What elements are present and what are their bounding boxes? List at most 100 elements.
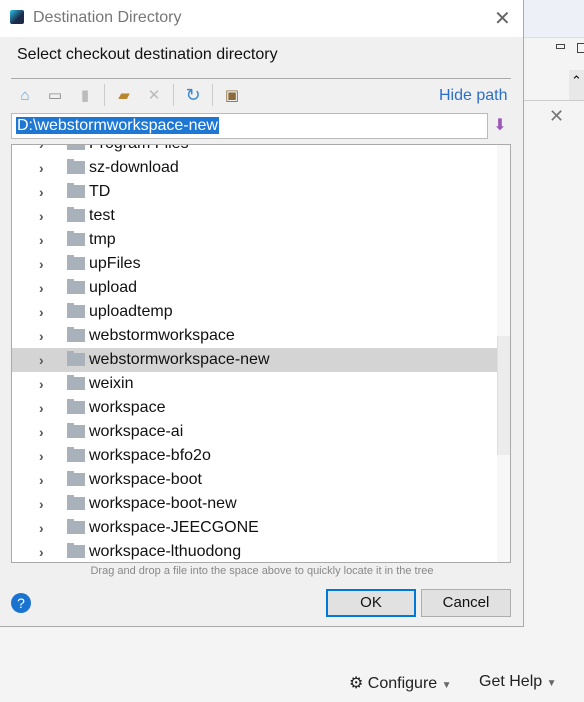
folder-icon [67,279,85,294]
close-icon[interactable]: ✕ [549,106,564,127]
tree-item-label: workspace [89,399,166,416]
tree-item[interactable]: › workspace [12,396,497,420]
cancel-button[interactable]: Cancel [421,589,511,617]
chevron-right-icon[interactable]: › [39,472,44,488]
toolbar: ⌂ ▭ ▮ ▰ ✕ ↻ ▣ [14,84,243,106]
chevron-right-icon[interactable]: › [39,496,44,512]
get-help-label: Get Help [479,673,543,690]
folder-icon [67,399,85,414]
new-folder-icon[interactable]: ▰ [113,84,135,106]
configure-label: Configure [367,675,438,692]
scrollbar[interactable] [497,145,510,562]
background-window-header [524,0,584,38]
refresh-icon[interactable]: ↻ [182,84,204,106]
tree-item-label: webstormworkspace-new [89,351,270,368]
folder-icon [67,255,85,270]
tree-item[interactable]: › sz-download [12,156,497,180]
tree-item[interactable]: › uploadtemp [12,300,497,324]
chevron-right-icon[interactable]: › [39,184,44,200]
chevron-right-icon[interactable]: › [39,232,44,248]
destination-directory-dialog: Destination Directory ✕ Select checkout … [0,0,524,627]
path-input[interactable]: D:\webstormworkspace-new [11,113,488,139]
tree-item[interactable]: › upload [12,276,497,300]
tree-item-label: workspace-lthuodong [89,543,242,560]
chevron-right-icon[interactable]: › [39,400,44,416]
desktop-icon[interactable]: ▭ [44,84,66,106]
folder-icon [67,207,85,222]
chevron-right-icon[interactable]: › [39,304,44,320]
tree-item-label: Program Files [89,145,189,153]
restore-icon[interactable] [577,43,584,53]
tree-item[interactable]: › Program Files [12,145,497,156]
get-help-menu[interactable]: Get Help ▼ [479,673,557,691]
tree-item[interactable]: › workspace-ai [12,420,497,444]
scrollbar-thumb[interactable] [497,336,510,455]
chevron-right-icon[interactable]: › [39,280,44,296]
tree-item[interactable]: › weixin [12,372,497,396]
chevron-right-icon[interactable]: › [39,256,44,272]
delete-icon[interactable]: ✕ [143,84,165,106]
download-icon[interactable]: ⬇ [491,115,509,137]
divider [173,84,174,106]
tree-item[interactable]: › workspace-lthuodong [12,540,497,562]
chevron-right-icon[interactable]: › [39,520,44,536]
folder-icon [67,471,85,486]
tree-item[interactable]: › TD [12,180,497,204]
tree-item[interactable]: › upFiles [12,252,497,276]
chevron-right-icon[interactable]: › [39,328,44,344]
minimize-icon[interactable] [556,44,565,49]
directory-tree[interactable]: › Program Files › sz-download › TD › test › tmp › u… [11,144,511,563]
tree-item[interactable]: › webstormworkspace-new [12,348,497,372]
folder-icon [67,447,85,462]
help-button[interactable]: ? [11,593,31,613]
tree-item[interactable]: › webstormworkspace [12,324,497,348]
chevron-right-icon[interactable]: › [39,544,44,560]
chevron-right-icon[interactable]: › [39,352,44,368]
close-button[interactable]: ✕ [494,6,511,31]
drag-drop-hint: Drag and drop a file into the space abov… [90,565,434,577]
tree-item[interactable]: › test [12,204,497,228]
chevron-right-icon[interactable]: › [39,145,44,152]
tree-item-label: workspace-ai [89,423,184,440]
scroll-up-icon[interactable]: ⌃ [569,70,584,100]
tree-item-label: webstormworkspace [89,327,235,344]
caret-down-icon: ▼ [546,678,557,689]
chevron-right-icon[interactable]: › [39,160,44,176]
chevron-right-icon[interactable]: › [39,376,44,392]
tree-item[interactable]: › tmp [12,228,497,252]
tree-item-label: workspace-boot-new [89,495,237,512]
chevron-right-icon[interactable]: › [39,448,44,464]
show-hidden-icon[interactable]: ▣ [221,84,243,106]
caret-down-icon: ▼ [441,680,452,691]
folder-icon [67,303,85,318]
hide-path-link[interactable]: Hide path [439,87,508,105]
folder-icon [67,543,85,558]
divider [104,84,105,106]
tree-item-label: sz-download [89,159,179,176]
folder-icon [67,183,85,198]
tree-item-label: TD [89,183,111,200]
folder-icon [67,159,85,174]
path-value: D:\webstormworkspace-new [16,117,219,134]
tree-item[interactable]: › workspace-boot-new [12,492,497,516]
divider [524,100,584,101]
tree-item[interactable]: › workspace-bfo2o [12,444,497,468]
tree-item[interactable]: › workspace-JEECGONE [12,516,497,540]
tree-item[interactable]: › workspace-boot [12,468,497,492]
chevron-right-icon[interactable]: › [39,208,44,224]
folder-icon [67,327,85,342]
folder-icon [67,519,85,534]
folder-icon [67,375,85,390]
folder-icon [67,145,85,150]
ok-button[interactable]: OK [326,589,416,617]
configure-menu[interactable]: ⚙ Configure ▼ [349,673,452,693]
tree-item-label: test [89,207,115,224]
dialog-heading: Select checkout destination directory [17,46,278,63]
home-icon[interactable]: ⌂ [14,84,36,106]
chevron-right-icon[interactable]: › [39,424,44,440]
tree-item-label: workspace-boot [89,471,202,488]
title-bar: Destination Directory ✕ [0,0,523,37]
project-folder-icon[interactable]: ▮ [74,84,96,106]
folder-icon [67,231,85,246]
divider [212,84,213,106]
